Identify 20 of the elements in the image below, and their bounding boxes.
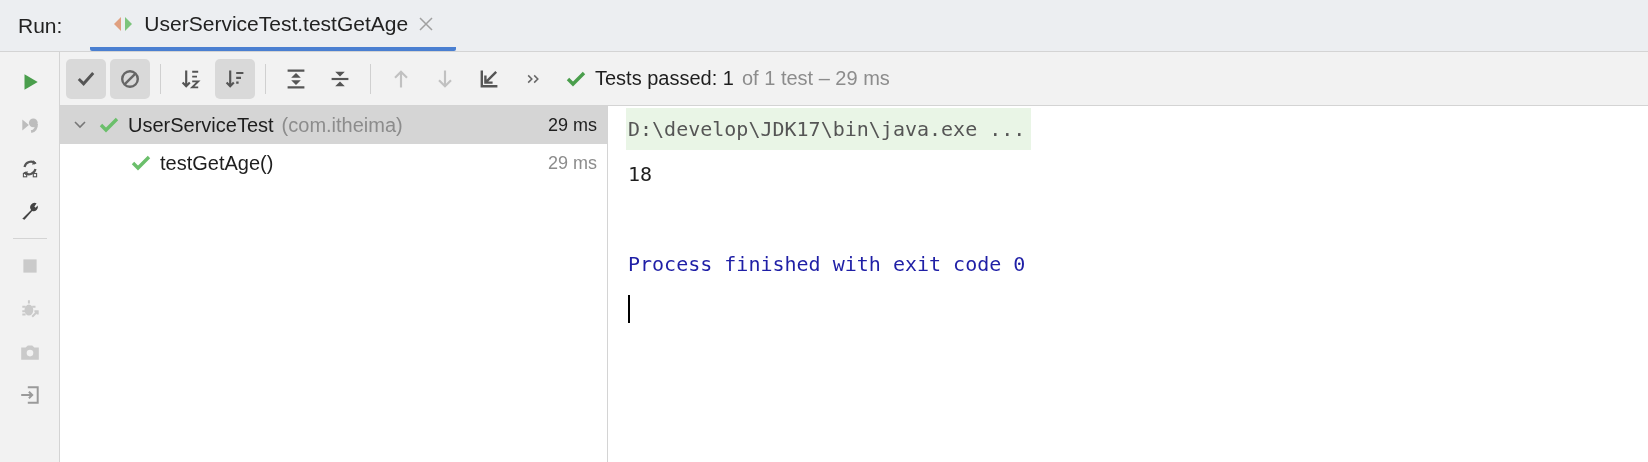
toggle-button[interactable] (110, 58, 150, 99)
tool-window-label: Run: (18, 13, 63, 38)
exit-message: Process finished with exit code 0 (628, 251, 1026, 276)
text-cursor (628, 294, 630, 323)
test-name: UserServiceTest (128, 113, 274, 137)
test-detail: of 1 test – 29 ms (741, 67, 890, 90)
duration: 29 ms (547, 114, 597, 136)
toggle-button[interactable] (66, 58, 106, 99)
package-name: (com.itheima) (281, 113, 403, 137)
tab-title: UserServiceTest.testGetAge (144, 11, 409, 36)
test-summary: Tests passed: 1 (595, 67, 734, 90)
exit-icon (18, 384, 41, 406)
tree-row[interactable]: UserServiceTest (com.itheima) 29 ms (60, 106, 607, 144)
test-name: testGetAge() (160, 151, 274, 175)
close-icon[interactable] (418, 15, 435, 32)
sort-button[interactable] (215, 58, 255, 99)
duration: 29 ms (547, 152, 597, 174)
check-icon (565, 69, 587, 88)
output-line: 18 (628, 161, 653, 186)
tree-row[interactable]: testGetAge() 29 ms (60, 144, 607, 182)
